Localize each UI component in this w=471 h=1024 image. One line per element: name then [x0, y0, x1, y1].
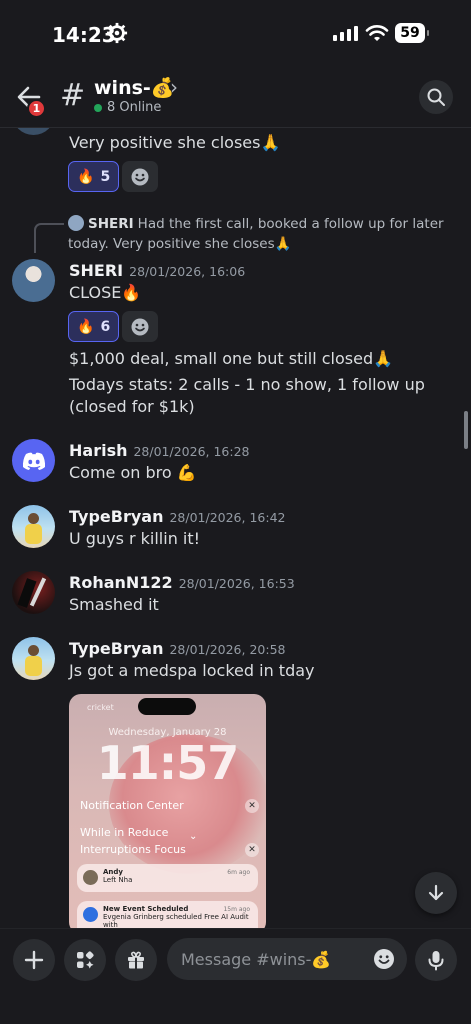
message-input[interactable]: Message #wins-💰: [167, 938, 407, 980]
reaction-fire[interactable]: 🔥 6: [68, 311, 120, 342]
timestamp: 28/01/2026, 16:42: [169, 510, 286, 525]
notification-card: Andy Left Nha 6m ago: [77, 864, 258, 892]
add-reaction-button[interactable]: [122, 161, 158, 192]
timestamp: 28/01/2026, 16:06: [129, 264, 246, 279]
plus-icon: [24, 950, 44, 970]
message-author[interactable]: Harish 28/01/2026, 16:28: [69, 441, 250, 460]
reaction-count: 5: [100, 168, 111, 185]
message-input-placeholder: Message #wins-💰: [181, 949, 332, 969]
notification-text: Left Nha: [103, 876, 133, 884]
add-attachment-button[interactable]: [13, 939, 55, 981]
avatar[interactable]: [12, 128, 55, 135]
username[interactable]: SHERI: [69, 261, 123, 280]
message-author[interactable]: TypeBryan 28/01/2026, 20:58: [69, 639, 285, 658]
avatar[interactable]: [12, 439, 55, 482]
gift-icon: [128, 951, 144, 969]
reaction-fire[interactable]: 🔥 5: [68, 161, 120, 192]
message-text: Very positive she closes🙏: [69, 133, 281, 152]
gear-icon: [106, 22, 128, 44]
apps-button[interactable]: [64, 939, 106, 981]
avatar[interactable]: [12, 259, 55, 302]
arrow-down-icon: [428, 884, 444, 901]
timestamp: 28/01/2026, 16:28: [133, 444, 250, 459]
online-label: 8 Online: [107, 100, 162, 115]
fire-emoji: 🔥: [77, 318, 95, 335]
avatar[interactable]: [12, 505, 55, 548]
search-button[interactable]: [419, 80, 453, 114]
message-author[interactable]: RohanN122 28/01/2026, 16:53: [69, 573, 295, 592]
message-author[interactable]: TypeBryan 28/01/2026, 16:42: [69, 507, 285, 526]
message-text: CLOSE🔥: [69, 283, 142, 302]
channel-header: 1 # wins-💰 › 8 Online: [0, 62, 471, 128]
discord-logo-icon: [22, 452, 45, 470]
username[interactable]: TypeBryan: [69, 507, 163, 526]
message-text: Js got a medspa locked in tday: [69, 661, 315, 680]
reply-preview[interactable]: SHERI Had the first call, booked a follow…: [68, 214, 448, 254]
reaction-count: 6: [100, 318, 111, 335]
notification-avatar: [83, 907, 98, 922]
close-icon: ✕: [245, 843, 259, 857]
message-composer: Message #wins-💰: [0, 928, 471, 1024]
reply-username: SHERI: [88, 216, 134, 232]
attachment-clock: 11:57: [96, 736, 239, 790]
avatar[interactable]: [12, 571, 55, 614]
status-bar: 14:23 59: [0, 0, 471, 62]
online-count: 8 Online: [94, 100, 161, 115]
apps-icon: [77, 951, 94, 969]
microphone-icon: [428, 951, 444, 971]
battery-indicator: 59: [395, 23, 429, 43]
chevron-down-icon: ⌄: [189, 831, 198, 842]
message-text: Todays stats: 2 calls - 1 no show, 1 fol…: [69, 375, 430, 416]
dynamic-island: [138, 698, 196, 715]
smiley-icon: [131, 318, 149, 335]
gift-button[interactable]: [115, 939, 157, 981]
cellular-signal-icon: [333, 25, 358, 41]
scrollbar[interactable]: [464, 411, 468, 449]
username[interactable]: RohanN122: [69, 573, 173, 592]
online-dot-icon: [94, 103, 102, 112]
notification-center-label: Notification Center: [80, 799, 184, 812]
smiley-icon: [131, 168, 149, 185]
username[interactable]: Harish: [69, 441, 127, 460]
search-icon: [427, 88, 445, 106]
channel-name[interactable]: wins-💰: [94, 76, 174, 99]
voice-message-button[interactable]: [415, 939, 457, 981]
fire-emoji: 🔥: [77, 168, 95, 185]
emoji-icon[interactable]: [373, 948, 395, 970]
attachment-carrier: cricket: [87, 703, 114, 712]
close-icon: ✕: [245, 799, 259, 813]
channel-hash-icon: #: [60, 78, 86, 113]
message-text: U guys r killin it!: [69, 529, 201, 548]
wifi-icon: [365, 25, 389, 41]
notification-time: 6m ago: [227, 869, 250, 876]
notification-avatar: [83, 870, 98, 885]
avatar[interactable]: [12, 637, 55, 680]
jump-to-bottom-button[interactable]: [415, 872, 457, 914]
notification-text: Evgenia Grinberg scheduled Free AI Audit…: [103, 913, 249, 928]
timestamp: 28/01/2026, 16:53: [178, 576, 295, 591]
image-attachment[interactable]: cricket Wednesday, January 28 11:57 Noti…: [69, 694, 266, 928]
reply-connector: [34, 223, 64, 253]
reply-avatar: [68, 215, 84, 231]
unread-badge: 1: [27, 99, 46, 118]
username[interactable]: TypeBryan: [69, 639, 163, 658]
message-text: Come on bro 💪: [69, 463, 197, 482]
notification-time: 15m ago: [223, 906, 250, 913]
timestamp: 28/01/2026, 20:58: [169, 642, 286, 657]
chevron-right-icon[interactable]: ›: [170, 75, 178, 99]
message-text: Smashed it: [69, 595, 159, 614]
message-text: $1,000 deal, small one but still closed🙏: [69, 349, 394, 368]
notification-card: New Event Scheduled Evgenia Grinberg sch…: [77, 901, 258, 928]
message-author[interactable]: SHERI 28/01/2026, 16:06: [69, 261, 245, 280]
message-list[interactable]: Very positive she closes🙏 🔥 5 SHERI Had t…: [0, 128, 471, 928]
add-reaction-button[interactable]: [122, 311, 158, 342]
